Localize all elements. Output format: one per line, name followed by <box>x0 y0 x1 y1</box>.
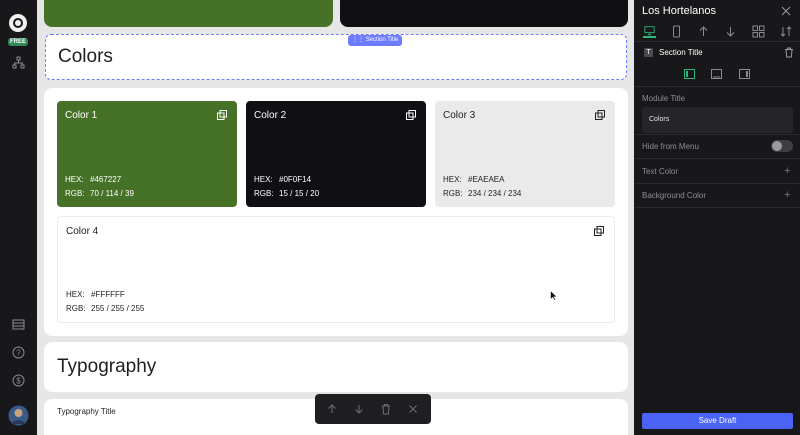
swatch-hex: HEX: #FFFFFF <box>66 290 125 299</box>
copy-icon[interactable] <box>595 110 605 120</box>
colors-section-title[interactable]: Colors <box>45 34 627 80</box>
swatch-color-3: Color 3 HEX: #EAEAEA RGB: 234 / 234 / 234 <box>435 101 615 207</box>
lion-logo-icon[interactable] <box>7 13 29 35</box>
hide-from-menu-label: Hide from Menu <box>642 142 699 151</box>
preview-card-dark <box>340 0 628 27</box>
swatch-color-4: Color 4 HEX: #FFFFFF RGB: 255 / 255 / 255 <box>57 216 615 323</box>
module-title-input[interactable]: Colors <box>642 107 793 133</box>
copy-icon[interactable] <box>217 110 227 120</box>
swatch-name: Color 4 <box>66 226 99 237</box>
copy-icon[interactable] <box>406 110 416 120</box>
divider <box>634 41 800 42</box>
swatch-rgb: RGB: 15 / 15 / 20 <box>254 189 320 198</box>
delete-icon[interactable] <box>380 403 392 415</box>
desktop-icon[interactable] <box>643 25 656 38</box>
divider <box>634 158 800 159</box>
help-icon[interactable]: ? <box>12 346 25 359</box>
user-avatar[interactable] <box>8 405 29 426</box>
text-color-label: Text Color <box>642 167 679 176</box>
swatch-name: Color 1 <box>65 110 98 121</box>
sort-icon[interactable] <box>780 25 793 38</box>
swatch-hex: HEX: #EAEAEA <box>443 175 505 184</box>
background-color-label: Background Color <box>642 191 707 200</box>
colors-heading: Colors <box>58 46 113 67</box>
add-background-color-icon[interactable]: + <box>784 190 793 201</box>
module-toolbar <box>315 394 431 424</box>
trash-icon[interactable] <box>784 47 794 58</box>
section-tag-label: Section Title <box>365 37 399 43</box>
page-canvas: Colors ⋮⋮ Section Title Color 1 HEX: #467… <box>37 0 634 435</box>
copy-icon[interactable] <box>594 226 604 236</box>
module-name: Section Title <box>659 48 703 57</box>
swatch-color-2: Color 2 HEX: #0F0F14 RGB: 15 / 15 / 20 <box>246 101 426 207</box>
svg-text:?: ? <box>16 349 21 358</box>
mouse-cursor-icon <box>550 290 558 301</box>
section-title-tag[interactable]: ⋮⋮ Section Title <box>348 35 403 46</box>
mobile-icon[interactable] <box>670 25 683 38</box>
typography-section-title[interactable]: Typography <box>44 342 628 392</box>
close-icon[interactable] <box>407 403 419 415</box>
list-icon[interactable] <box>12 318 25 331</box>
module-title-label: Module Title <box>642 94 686 103</box>
grid-icon[interactable] <box>752 25 765 38</box>
module-title-value: Colors <box>649 116 670 123</box>
text-module-icon: T <box>644 48 653 57</box>
plan-badge: FREE <box>8 38 28 46</box>
module-header: T Section Title <box>642 47 794 61</box>
typography-sub-title: Typography Title <box>57 407 116 416</box>
swatch-name: Color 2 <box>254 110 287 121</box>
left-rail: FREE ? $ <box>0 0 37 435</box>
arrow-down-icon[interactable] <box>724 25 737 38</box>
divider <box>634 134 800 135</box>
save-draft-button[interactable]: Save Draft <box>642 413 793 429</box>
swatch-color-1: Color 1 HEX: #467227 RGB: 70 / 114 / 39 <box>57 101 237 207</box>
layout-left-icon[interactable] <box>684 69 695 79</box>
divider <box>634 183 800 184</box>
swatch-hex: HEX: #467227 <box>65 175 122 184</box>
sitemap-icon[interactable] <box>12 56 25 69</box>
hide-from-menu-toggle[interactable] <box>771 140 793 152</box>
swatch-rgb: RGB: 234 / 234 / 234 <box>443 189 522 198</box>
move-down-icon[interactable] <box>353 403 365 415</box>
settings-panel: Los Hortelanos T Section Title Module Ti… <box>634 0 800 435</box>
layout-image-icon[interactable] <box>711 69 722 79</box>
colors-panel: Color 1 HEX: #467227 RGB: 70 / 114 / 39 Co… <box>44 88 628 336</box>
divider <box>634 207 800 208</box>
preview-card-green <box>44 0 333 27</box>
arrow-up-icon[interactable] <box>697 25 710 38</box>
move-up-icon[interactable] <box>326 403 338 415</box>
panel-title: Los Hortelanos <box>642 5 716 17</box>
svg-text:$: $ <box>16 377 21 386</box>
swatch-hex: HEX: #0F0F14 <box>254 175 312 184</box>
divider <box>634 86 800 87</box>
swatch-rgb: RGB: 255 / 255 / 255 <box>66 304 145 313</box>
swatch-name: Color 3 <box>443 110 476 121</box>
swatch-rgb: RGB: 70 / 114 / 39 <box>65 189 134 198</box>
layout-right-icon[interactable] <box>739 69 750 79</box>
dollar-icon[interactable]: $ <box>12 374 25 387</box>
add-text-color-icon[interactable]: + <box>784 166 793 177</box>
toggle-knob <box>772 141 782 151</box>
typography-heading: Typography <box>57 356 157 377</box>
close-icon[interactable] <box>781 6 791 16</box>
